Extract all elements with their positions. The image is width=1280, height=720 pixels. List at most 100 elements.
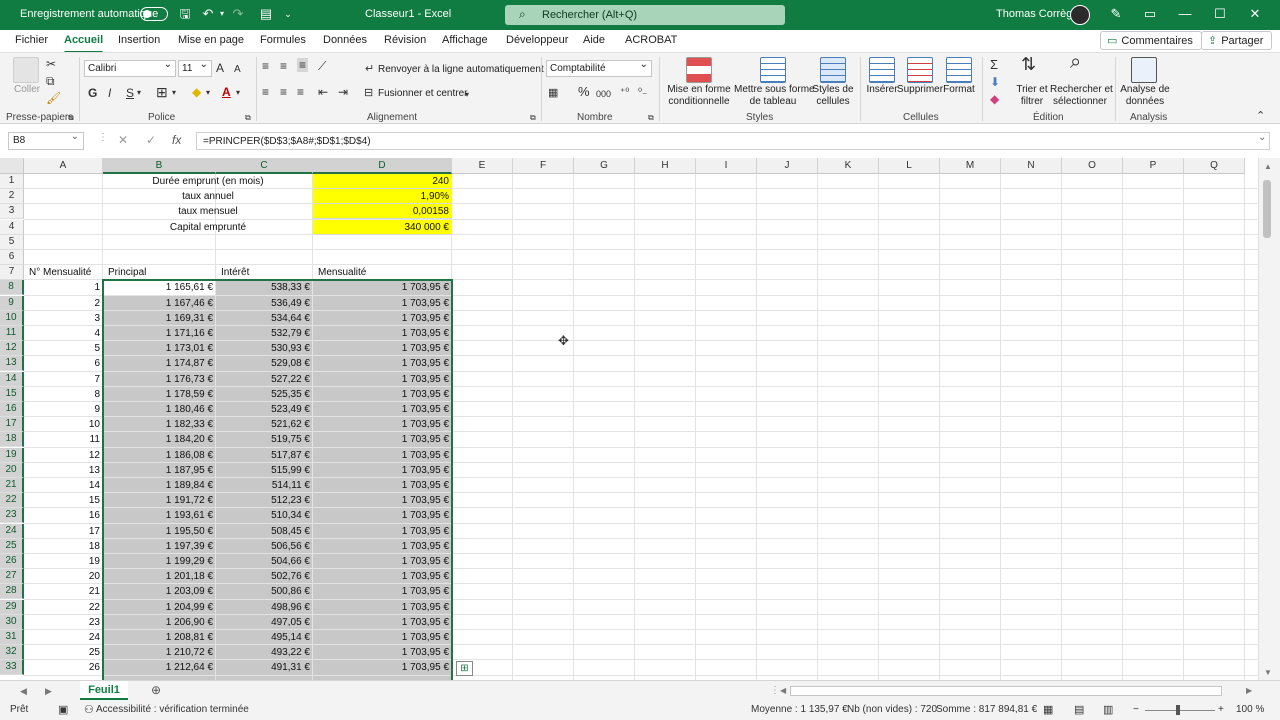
page-layout-view-icon[interactable]: ▤ xyxy=(1074,703,1084,716)
column-header-a[interactable]: A xyxy=(24,158,103,174)
align-bottom-icon[interactable]: ≡ xyxy=(297,58,309,72)
row-header-14[interactable]: 14 xyxy=(0,371,24,387)
shrink-font-icon[interactable]: A xyxy=(234,63,241,77)
minimize-icon[interactable]: — xyxy=(1175,6,1195,21)
cell-num[interactable]: 19 xyxy=(24,554,103,569)
tab-accueil[interactable]: Accueil xyxy=(64,34,104,54)
number-launcher-icon[interactable]: ⧉ xyxy=(648,111,654,125)
zoom-slider-handle[interactable] xyxy=(1176,705,1180,715)
row-header-22[interactable]: 22 xyxy=(0,493,24,509)
row-header-1[interactable]: 1 xyxy=(0,174,24,189)
column-header-m[interactable]: M xyxy=(940,158,1001,174)
zoom-level[interactable]: 100 % xyxy=(1236,704,1264,715)
zoom-in-icon[interactable]: + xyxy=(1218,704,1224,715)
conditional-formatting-label-1[interactable]: Mise en forme xyxy=(666,84,732,96)
param-value[interactable]: 340 000 € xyxy=(313,219,452,235)
tab-developpeur[interactable]: Développeur xyxy=(506,34,568,46)
cell-num[interactable]: 3 xyxy=(24,311,103,326)
align-top-icon[interactable]: ≡ xyxy=(262,59,269,73)
form-icon[interactable]: ▤ xyxy=(258,6,274,22)
row-header-29[interactable]: 29 xyxy=(0,599,24,615)
vertical-scroll-thumb[interactable] xyxy=(1263,180,1271,238)
zoom-slider[interactable] xyxy=(1145,710,1215,711)
conditional-formatting-icon[interactable] xyxy=(686,57,712,83)
column-header-n[interactable]: N xyxy=(1001,158,1062,174)
column-header-l[interactable]: L xyxy=(879,158,940,174)
row-header-9[interactable]: 9 xyxy=(0,295,24,311)
cell-num[interactable]: 7 xyxy=(24,372,103,387)
merge-center-button[interactable]: Fusionner et centrer xyxy=(378,88,468,100)
cell-num[interactable]: 11 xyxy=(24,432,103,447)
column-header-k[interactable]: K xyxy=(818,158,879,174)
enter-icon[interactable]: ✓ xyxy=(146,133,156,147)
clipboard-launcher-icon[interactable]: ⧉ xyxy=(68,111,74,125)
font-name-dropdown[interactable]: Calibri xyxy=(84,59,176,77)
prev-sheet-icon[interactable]: ◀ xyxy=(20,686,27,697)
orientation-icon[interactable]: ⟋ xyxy=(318,59,326,73)
increase-decimal-icon[interactable]: ⁺⁰ xyxy=(620,86,629,100)
column-header-d[interactable]: D xyxy=(313,158,452,174)
row-header-4[interactable]: 4 xyxy=(0,219,24,235)
row-header-11[interactable]: 11 xyxy=(0,326,24,341)
page-break-view-icon[interactable]: ▥ xyxy=(1103,703,1113,716)
cell-num[interactable]: 12 xyxy=(24,448,103,463)
scroll-right-icon[interactable]: ▶ xyxy=(1246,686,1252,695)
param-value[interactable]: 1,90% xyxy=(313,189,452,205)
row-header-33[interactable]: 33 xyxy=(0,660,24,676)
underline-dropdown-icon[interactable]: ▾ xyxy=(137,86,141,100)
cell-num[interactable]: 5 xyxy=(24,341,103,356)
cell-styles-icon[interactable] xyxy=(820,57,846,83)
cell-num[interactable]: 21 xyxy=(24,584,103,599)
cut-icon[interactable]: ✂ xyxy=(46,57,56,71)
row-header-16[interactable]: 16 xyxy=(0,402,24,417)
accessibility-icon[interactable]: ⚇ xyxy=(84,703,94,716)
find-select-label-1[interactable]: Rechercher et xyxy=(1050,84,1113,96)
row-header-3[interactable]: 3 xyxy=(0,204,24,220)
column-header-j[interactable]: J xyxy=(757,158,818,174)
merge-dropdown-icon[interactable]: ▾ xyxy=(465,88,469,102)
search-box[interactable]: ⌕ Rechercher (Alt+Q) xyxy=(505,5,785,25)
row-header-24[interactable]: 24 xyxy=(0,523,24,539)
cell-num[interactable]: 24 xyxy=(24,630,103,645)
font-launcher-icon[interactable]: ⧉ xyxy=(245,111,251,125)
sort-filter-label-1[interactable]: Trier et xyxy=(1012,84,1052,96)
avatar[interactable] xyxy=(1070,5,1090,25)
row-header-8[interactable]: 8 xyxy=(0,280,24,296)
decrease-indent-icon[interactable]: ⇤ xyxy=(318,85,328,99)
row-header-30[interactable]: 30 xyxy=(0,614,24,630)
row-header-12[interactable]: 12 xyxy=(0,341,24,357)
expand-formula-icon[interactable]: ⌄ xyxy=(1258,132,1266,143)
cell-num[interactable]: 2 xyxy=(24,296,103,311)
undo-dropdown-icon[interactable]: ▾ xyxy=(214,6,230,22)
tab-mise-en-page[interactable]: Mise en page xyxy=(178,34,244,46)
wrap-text-button[interactable]: Renvoyer à la ligne automatiquement xyxy=(378,64,544,76)
name-box[interactable]: B8 xyxy=(8,131,84,150)
row-header-32[interactable]: 32 xyxy=(0,645,24,661)
cell-num[interactable]: 23 xyxy=(24,615,103,630)
grow-font-icon[interactable]: A xyxy=(216,61,224,75)
cell-num[interactable]: 10 xyxy=(24,417,103,432)
thousands-button[interactable]: 000 xyxy=(596,87,611,101)
analyze-data-icon[interactable] xyxy=(1131,57,1157,83)
column-header-c[interactable]: C xyxy=(216,158,313,174)
borders-dropdown-icon[interactable]: ▾ xyxy=(172,86,176,100)
column-header-h[interactable]: H xyxy=(635,158,696,174)
cell-num[interactable]: 14 xyxy=(24,478,103,493)
customize-quick-access-icon[interactable]: ⌄ xyxy=(280,6,296,22)
font-size-dropdown[interactable]: 11 xyxy=(178,59,212,77)
find-select-icon[interactable]: ⌕ xyxy=(1070,52,1081,72)
normal-view-icon[interactable]: ▦ xyxy=(1043,703,1053,716)
cell-num[interactable]: 4 xyxy=(24,326,103,341)
row-header-26[interactable]: 26 xyxy=(0,554,24,569)
quick-analysis-icon[interactable]: ⊞ xyxy=(456,661,473,677)
tab-aide[interactable]: Aide xyxy=(583,34,605,46)
align-right-icon[interactable]: ≡ xyxy=(297,85,304,99)
column-header-g[interactable]: G xyxy=(574,158,635,174)
format-cells-icon[interactable] xyxy=(946,57,972,83)
row-header-2[interactable]: 2 xyxy=(0,189,24,205)
tab-formules[interactable]: Formules xyxy=(260,34,306,46)
cell-num[interactable]: 8 xyxy=(24,387,103,402)
cell-num[interactable]: 18 xyxy=(24,539,103,554)
format-cells-label[interactable]: Format xyxy=(940,84,978,96)
formula-input[interactable]: =PRINCPER($D$3;$A8#;$D$1;$D$4) xyxy=(196,132,1270,150)
